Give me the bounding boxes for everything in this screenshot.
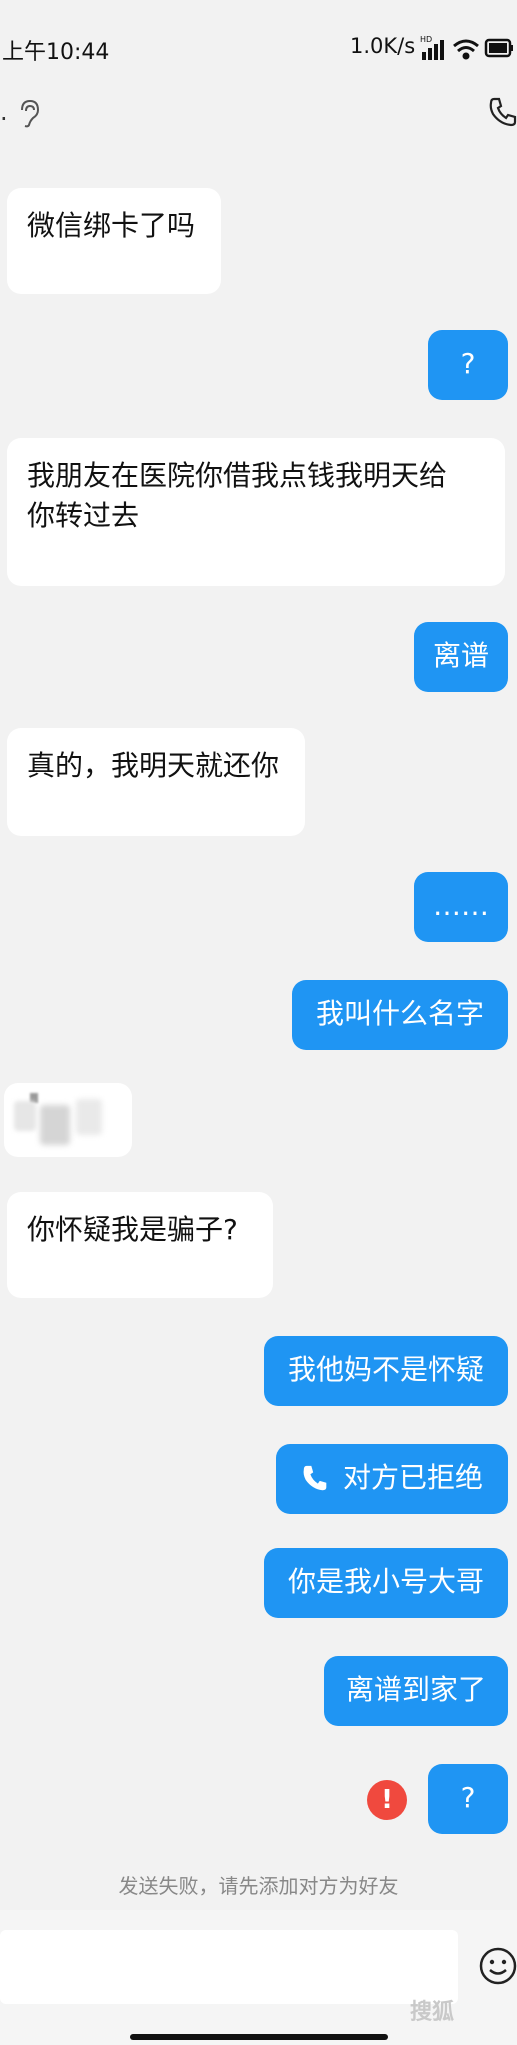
emoji-icon[interactable] bbox=[478, 1946, 517, 1986]
sent-message[interactable]: 我他妈不是怀疑 bbox=[264, 1336, 508, 1406]
message-text: 你是我小号大哥 bbox=[287, 1565, 484, 1598]
watermark: 搜狐 bbox=[410, 2000, 455, 2025]
sent-message[interactable]: 离谱到家了 bbox=[324, 1656, 508, 1726]
status-icons: HD bbox=[420, 35, 513, 60]
network-speed: 1.0K/s bbox=[350, 34, 416, 58]
status-time: 上午10:44 bbox=[2, 40, 110, 65]
message-text: 你怀疑我是骗子? bbox=[27, 1213, 238, 1246]
message-input[interactable] bbox=[0, 1930, 458, 2004]
home-indicator[interactable] bbox=[130, 2034, 388, 2040]
message-text: ? bbox=[460, 347, 476, 380]
send-failed-icon[interactable]: ! bbox=[367, 1780, 407, 1820]
message-text: …… bbox=[433, 889, 489, 922]
message-text: 离谱到家了 bbox=[345, 1673, 486, 1706]
sent-message[interactable]: …… bbox=[414, 872, 508, 942]
message-text: 对方已拒绝 bbox=[342, 1461, 483, 1494]
message-text: 我叫什么名字 bbox=[315, 997, 484, 1030]
call-rejected-message[interactable]: 对方已拒绝 bbox=[276, 1444, 508, 1514]
message-text: 微信绑卡了吗 bbox=[27, 209, 196, 242]
ear-icon[interactable] bbox=[14, 98, 42, 128]
sent-message[interactable]: 离谱 bbox=[414, 622, 508, 692]
sent-message[interactable]: 我叫什么名字 bbox=[292, 980, 508, 1050]
wifi-icon bbox=[453, 39, 479, 60]
received-message[interactable]: 你怀疑我是骗子? bbox=[7, 1192, 273, 1298]
sent-message[interactable]: 你是我小号大哥 bbox=[264, 1548, 508, 1618]
received-message[interactable]: 微信绑卡了吗 bbox=[7, 188, 221, 294]
message-text-line: 我朋友在医院你借我点钱我明天给 bbox=[27, 459, 448, 492]
message-text: 真的，我明天就还你 bbox=[27, 749, 280, 782]
hd-signal-icon: HD bbox=[420, 35, 444, 60]
svg-text:HD: HD bbox=[420, 35, 432, 44]
received-message[interactable]: 我朋友在医院你借我点钱我明天给 你转过去 bbox=[7, 438, 505, 586]
message-text-line: 你转过去 bbox=[27, 499, 140, 532]
message-text: 我他妈不是怀疑 bbox=[287, 1353, 484, 1386]
chat-header: . bbox=[0, 80, 517, 150]
sent-message[interactable]: ? bbox=[428, 1764, 508, 1834]
received-message[interactable]: 真的，我明天就还你 bbox=[7, 728, 305, 836]
phone-icon[interactable] bbox=[488, 96, 517, 128]
send-failed-notice: 发送失败，请先添加对方为好友 bbox=[118, 1874, 399, 1898]
status-bar: 上午10:44 1.0K/s HD bbox=[0, 0, 517, 80]
battery-icon bbox=[484, 38, 513, 58]
sent-message[interactable]: ? bbox=[428, 330, 508, 400]
input-area: 搜狐 bbox=[0, 1910, 517, 2045]
message-text: ? bbox=[460, 1781, 476, 1814]
blurred-message bbox=[4, 1083, 132, 1157]
phone-icon bbox=[303, 1465, 327, 1491]
contact-name: . bbox=[0, 98, 8, 126]
message-text: 离谱 bbox=[432, 639, 489, 672]
